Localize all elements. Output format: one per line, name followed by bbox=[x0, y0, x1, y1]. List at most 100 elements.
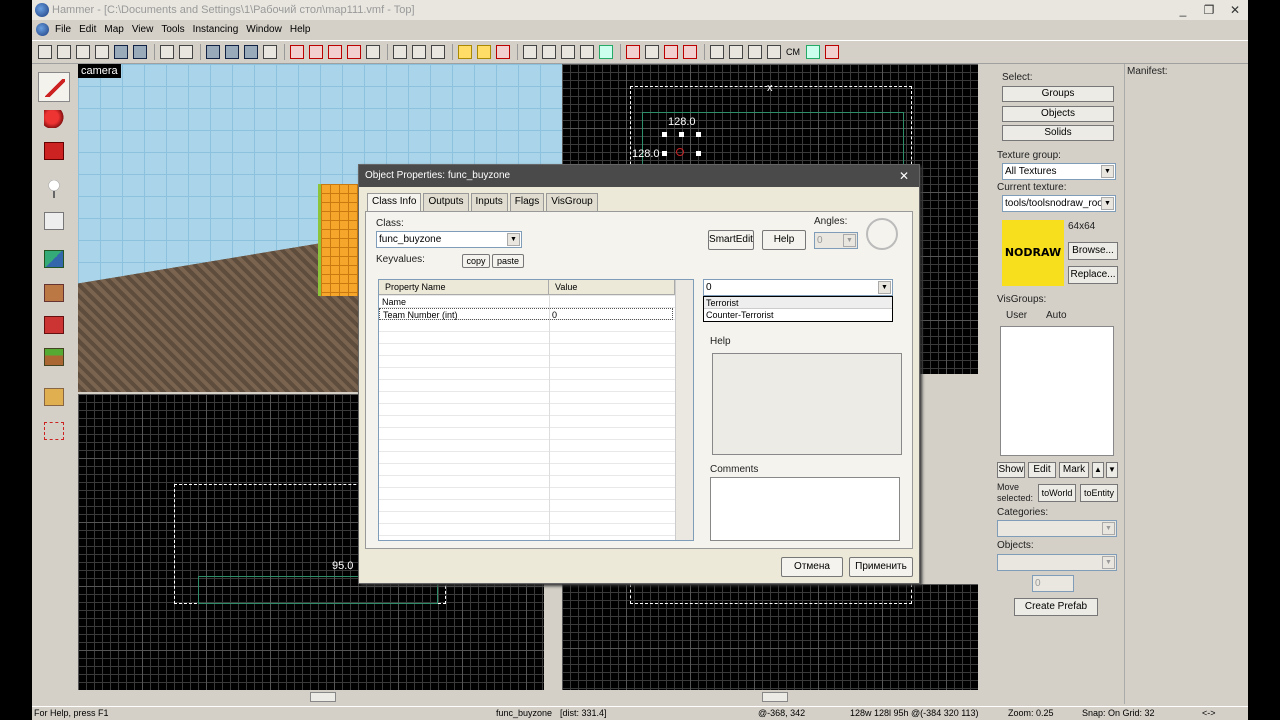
browse-button[interactable]: Browse... bbox=[1068, 242, 1118, 260]
clip-tool[interactable] bbox=[38, 382, 70, 412]
front-view-hscroll[interactable] bbox=[78, 690, 554, 704]
objects-select[interactable]: ▼ bbox=[997, 554, 1117, 571]
camera-tool[interactable] bbox=[38, 136, 70, 166]
visgroups-tab-auto[interactable]: Auto bbox=[1046, 310, 1067, 321]
undo-icon[interactable] bbox=[160, 45, 174, 59]
smartedit-toggle[interactable]: SmartEdit bbox=[708, 230, 754, 250]
align-icon[interactable] bbox=[599, 45, 613, 59]
magnify-tool[interactable] bbox=[38, 104, 70, 134]
brush-red-4-icon[interactable] bbox=[347, 45, 361, 59]
draw-icon[interactable] bbox=[825, 45, 839, 59]
texture-group-select[interactable]: All Textures ▼ bbox=[1002, 163, 1116, 180]
entity-tool[interactable] bbox=[38, 174, 70, 204]
redo-icon[interactable] bbox=[179, 45, 193, 59]
move-up-icon[interactable]: ▲ bbox=[1092, 462, 1104, 478]
texture-application-icon[interactable] bbox=[458, 45, 472, 59]
brush-red-2-icon[interactable] bbox=[309, 45, 323, 59]
selection-tool[interactable] bbox=[38, 72, 70, 102]
grid-dots-icon[interactable] bbox=[76, 45, 90, 59]
snap-grid-icon[interactable] bbox=[95, 45, 109, 59]
visgroups-tab-user[interactable]: User bbox=[1006, 310, 1027, 321]
to-world-button[interactable]: toWorld bbox=[1038, 484, 1076, 502]
angle-dial[interactable] bbox=[866, 218, 898, 250]
object-count-stepper[interactable]: 0 bbox=[1032, 575, 1074, 592]
hide-icon[interactable] bbox=[263, 45, 277, 59]
column-header-value[interactable]: Value bbox=[549, 280, 675, 295]
decal-tool[interactable] bbox=[38, 310, 70, 340]
table-scrollbar[interactable] bbox=[675, 280, 693, 540]
ungroup-icon[interactable] bbox=[244, 45, 258, 59]
brush-red-3-icon[interactable] bbox=[328, 45, 342, 59]
globe-icon[interactable] bbox=[806, 45, 820, 59]
visgroup-mark-button[interactable]: Mark bbox=[1059, 462, 1089, 478]
texture-lock-icon[interactable] bbox=[114, 45, 128, 59]
column-header-property[interactable]: Property Name bbox=[379, 280, 549, 295]
menu-help[interactable]: Help bbox=[290, 24, 319, 35]
close-window-button[interactable]: ✕ bbox=[1222, 0, 1248, 20]
option-counter-terrorist[interactable]: Counter-Terrorist bbox=[704, 309, 892, 321]
class-select[interactable]: func_buyzone ▼ bbox=[376, 231, 522, 248]
check-problems-icon[interactable] bbox=[664, 45, 678, 59]
document-icon[interactable] bbox=[36, 22, 49, 36]
scroll-thumb[interactable] bbox=[762, 692, 788, 702]
menu-tools[interactable]: Tools bbox=[161, 24, 192, 35]
brush-red-1-icon[interactable] bbox=[290, 45, 304, 59]
side-view-hscroll[interactable] bbox=[562, 690, 978, 704]
menu-window[interactable]: Window bbox=[246, 24, 290, 35]
copy-button[interactable]: copy bbox=[462, 254, 490, 268]
flip-icon[interactable] bbox=[580, 45, 594, 59]
resize-handle[interactable] bbox=[662, 151, 667, 156]
resize-handle[interactable] bbox=[662, 132, 667, 137]
option-terrorist[interactable]: Terrorist bbox=[704, 297, 892, 309]
run-map-icon[interactable] bbox=[626, 45, 640, 59]
front-view-vscroll[interactable] bbox=[544, 584, 558, 690]
objects-button[interactable]: Objects bbox=[1002, 106, 1114, 122]
apply-button[interactable]: Применить bbox=[849, 557, 913, 577]
menu-file[interactable]: File bbox=[55, 24, 79, 35]
visgroup-show-button[interactable]: Show bbox=[997, 462, 1025, 478]
keyvalues-table[interactable]: Property Name Value Name Team Number (in… bbox=[378, 279, 694, 541]
current-texture-select[interactable]: tools/toolsnodraw_roof ▼ bbox=[1002, 195, 1116, 212]
copy-icon[interactable] bbox=[412, 45, 426, 59]
tab-visgroup[interactable]: VisGroup bbox=[546, 193, 598, 211]
tab-class-info[interactable]: Class Info bbox=[367, 193, 422, 212]
tab-outputs[interactable]: Outputs bbox=[423, 193, 469, 211]
texture-app-tool[interactable] bbox=[38, 244, 70, 274]
block-tool[interactable] bbox=[38, 206, 70, 236]
replace-texture-icon[interactable] bbox=[496, 45, 510, 59]
scroll-thumb[interactable] bbox=[310, 692, 336, 702]
select-all-icon[interactable] bbox=[542, 45, 556, 59]
cancel-button[interactable]: Отмена bbox=[781, 557, 843, 577]
grid-toggle-icon[interactable] bbox=[38, 45, 52, 59]
vertex-icon[interactable] bbox=[561, 45, 575, 59]
side-view-viewport[interactable] bbox=[562, 584, 978, 690]
value-select[interactable]: 0 ▼ bbox=[703, 279, 893, 296]
overlay-tool[interactable] bbox=[38, 342, 70, 372]
grid-3d-icon[interactable] bbox=[57, 45, 71, 59]
angles-select[interactable]: 0 ▼ bbox=[814, 232, 858, 249]
tab-inputs[interactable]: Inputs bbox=[470, 193, 508, 211]
visgroups-list[interactable] bbox=[1000, 326, 1114, 456]
groups-button[interactable]: Groups bbox=[1002, 86, 1114, 102]
table-row-selected[interactable]: Team Number (int) 0 bbox=[379, 308, 673, 320]
paste-button[interactable]: paste bbox=[492, 254, 524, 268]
minimize-button[interactable]: _ bbox=[1170, 0, 1196, 20]
resize-handle[interactable] bbox=[696, 151, 701, 156]
resize-handle[interactable] bbox=[679, 132, 684, 137]
apply-texture-icon[interactable] bbox=[477, 45, 491, 59]
cut-icon[interactable] bbox=[393, 45, 407, 59]
to-entity-button[interactable]: toEntity bbox=[1080, 484, 1118, 502]
selection-box-icon[interactable] bbox=[523, 45, 537, 59]
menu-map[interactable]: Map bbox=[104, 24, 131, 35]
restore-button[interactable]: ❐ bbox=[1196, 0, 1222, 20]
comments-textarea[interactable] bbox=[710, 477, 900, 541]
resize-handle[interactable] bbox=[696, 132, 701, 137]
tab-flags[interactable]: Flags bbox=[509, 193, 545, 211]
solids-button[interactable]: Solids bbox=[1002, 125, 1114, 141]
help-button[interactable]: Help bbox=[762, 230, 806, 250]
apply-texture-tool[interactable] bbox=[38, 278, 70, 308]
menu-instancing[interactable]: Instancing bbox=[193, 24, 247, 35]
vertex-tool[interactable] bbox=[38, 416, 70, 446]
target-icon[interactable] bbox=[729, 45, 743, 59]
brush-grey-icon[interactable] bbox=[366, 45, 380, 59]
